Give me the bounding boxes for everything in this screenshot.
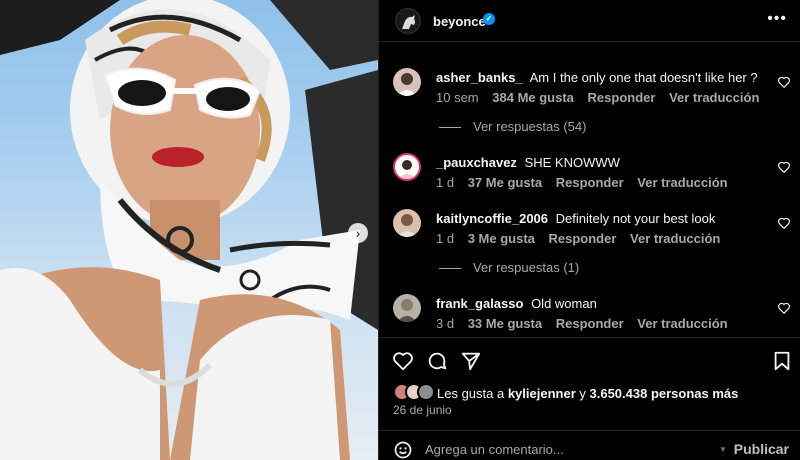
comment-likes[interactable]: 3 Me gusta [468,231,535,246]
like-comment-heart-icon[interactable] [777,75,791,89]
post-header: beyonce ✓ ••• [379,0,800,42]
post-date[interactable]: 26 de junio [393,403,452,417]
comment-time[interactable]: 1 d [436,175,454,190]
chevron-right-icon: › [355,225,361,241]
likes-text: Les gusta a kyliejenner y 3.650.438 pers… [437,386,738,401]
comment-body: Definitely not your best look [555,211,716,226]
comment-likes[interactable]: 37 Me gusta [468,175,542,190]
reply-button[interactable]: Responder [549,231,617,246]
likes-summary: Les gusta a kyliejenner y 3.650.438 pers… [393,383,793,403]
avatar-image [398,160,416,179]
comment-body: Old woman [531,296,597,311]
comment-text: frank_galasso Old woman [436,296,597,311]
reply-button[interactable]: Responder [556,316,624,331]
likes-prefix: Les gusta a [437,386,508,401]
comment-text: kaitlyncoffie_2006 Definitely not your b… [436,211,715,226]
view-replies-button[interactable]: Ver respuestas (54) [439,119,586,134]
avatar-image [397,214,417,237]
comment-meta: 1 d 3 Me gusta Responder Ver traducción [436,231,730,246]
liker-avatar[interactable] [417,383,435,401]
heart-icon[interactable] [392,350,414,372]
replies-divider [439,127,461,129]
comment-time[interactable]: 10 sem [436,90,479,105]
comment-likes[interactable]: 384 Me gusta [492,90,574,105]
comment-text: asher_banks_ Am I the only one that does… [436,70,758,85]
like-comment-heart-icon[interactable] [777,301,791,315]
post-panel: beyonce ✓ ••• asher_banks_ Am I the only… [378,0,800,460]
comment-username[interactable]: frank_galasso [436,296,523,311]
replies-divider [439,268,461,270]
comment-time[interactable]: 3 d [436,316,454,331]
comment-username[interactable]: asher_banks_ [436,70,523,85]
author-username[interactable]: beyonce [433,14,486,29]
comment-input[interactable] [425,439,705,459]
translate-button[interactable]: Ver traducción [637,316,727,331]
comment-text: _pauxchavez SHE KNOWWW [436,155,620,170]
comment-username[interactable]: _pauxchavez [436,155,517,170]
commenter-avatar[interactable] [393,294,421,322]
scroll-indicator-icon: ▼ [719,445,727,454]
likes-middle: y [575,386,590,401]
comment-meta: 3 d 33 Me gusta Responder Ver traducción [436,316,738,331]
commenter-avatar[interactable] [393,68,421,96]
comment-body: SHE KNOWWW [524,155,620,170]
comment-body: Am I the only one that doesn't like her … [529,70,758,85]
author-avatar[interactable] [395,8,421,34]
add-comment-bar: ▼ Publicar [379,430,800,460]
avatar-image [397,73,417,96]
comment-meta: 1 d 37 Me gusta Responder Ver traducción [436,175,738,190]
comment-icon[interactable] [426,350,448,372]
translate-button[interactable]: Ver traducción [630,231,720,246]
translate-button[interactable]: Ver traducción [669,90,759,105]
post-actions [379,337,800,377]
comment-meta: 10 sem 384 Me gusta Responder Ver traduc… [436,90,769,105]
reply-button[interactable]: Responder [588,90,656,105]
reply-button[interactable]: Responder [556,175,624,190]
share-icon[interactable] [460,350,482,372]
view-replies-label: Ver respuestas (54) [473,119,587,134]
like-comment-heart-icon[interactable] [777,216,791,230]
comment-time[interactable]: 1 d [436,231,454,246]
translate-button[interactable]: Ver traducción [637,175,727,190]
likes-count-link[interactable]: 3.650.438 personas más [590,386,739,401]
commenter-avatar[interactable] [393,153,421,181]
comment-likes[interactable]: 33 Me gusta [468,316,542,331]
post-photo: › [0,0,378,460]
likes-user-link[interactable]: kyliejenner [508,386,576,401]
comment-username[interactable]: kaitlyncoffie_2006 [436,211,548,226]
view-replies-label: Ver respuestas (1) [473,260,580,275]
view-replies-button[interactable]: Ver respuestas (1) [439,260,579,275]
bookmark-icon[interactable] [771,350,793,372]
next-photo-button[interactable]: › [348,223,368,243]
more-options-icon[interactable]: ••• [767,10,787,28]
photo-illustration [0,0,378,460]
publish-button[interactable]: Publicar [734,441,789,457]
verified-badge-icon: ✓ [483,13,495,25]
like-comment-heart-icon[interactable] [777,160,791,174]
emoji-icon[interactable] [393,440,413,460]
comments-list[interactable]: asher_banks_ Am I the only one that does… [379,43,800,337]
avatar-image [397,299,417,322]
horse-logo-icon [402,15,415,29]
commenter-avatar[interactable] [393,209,421,237]
